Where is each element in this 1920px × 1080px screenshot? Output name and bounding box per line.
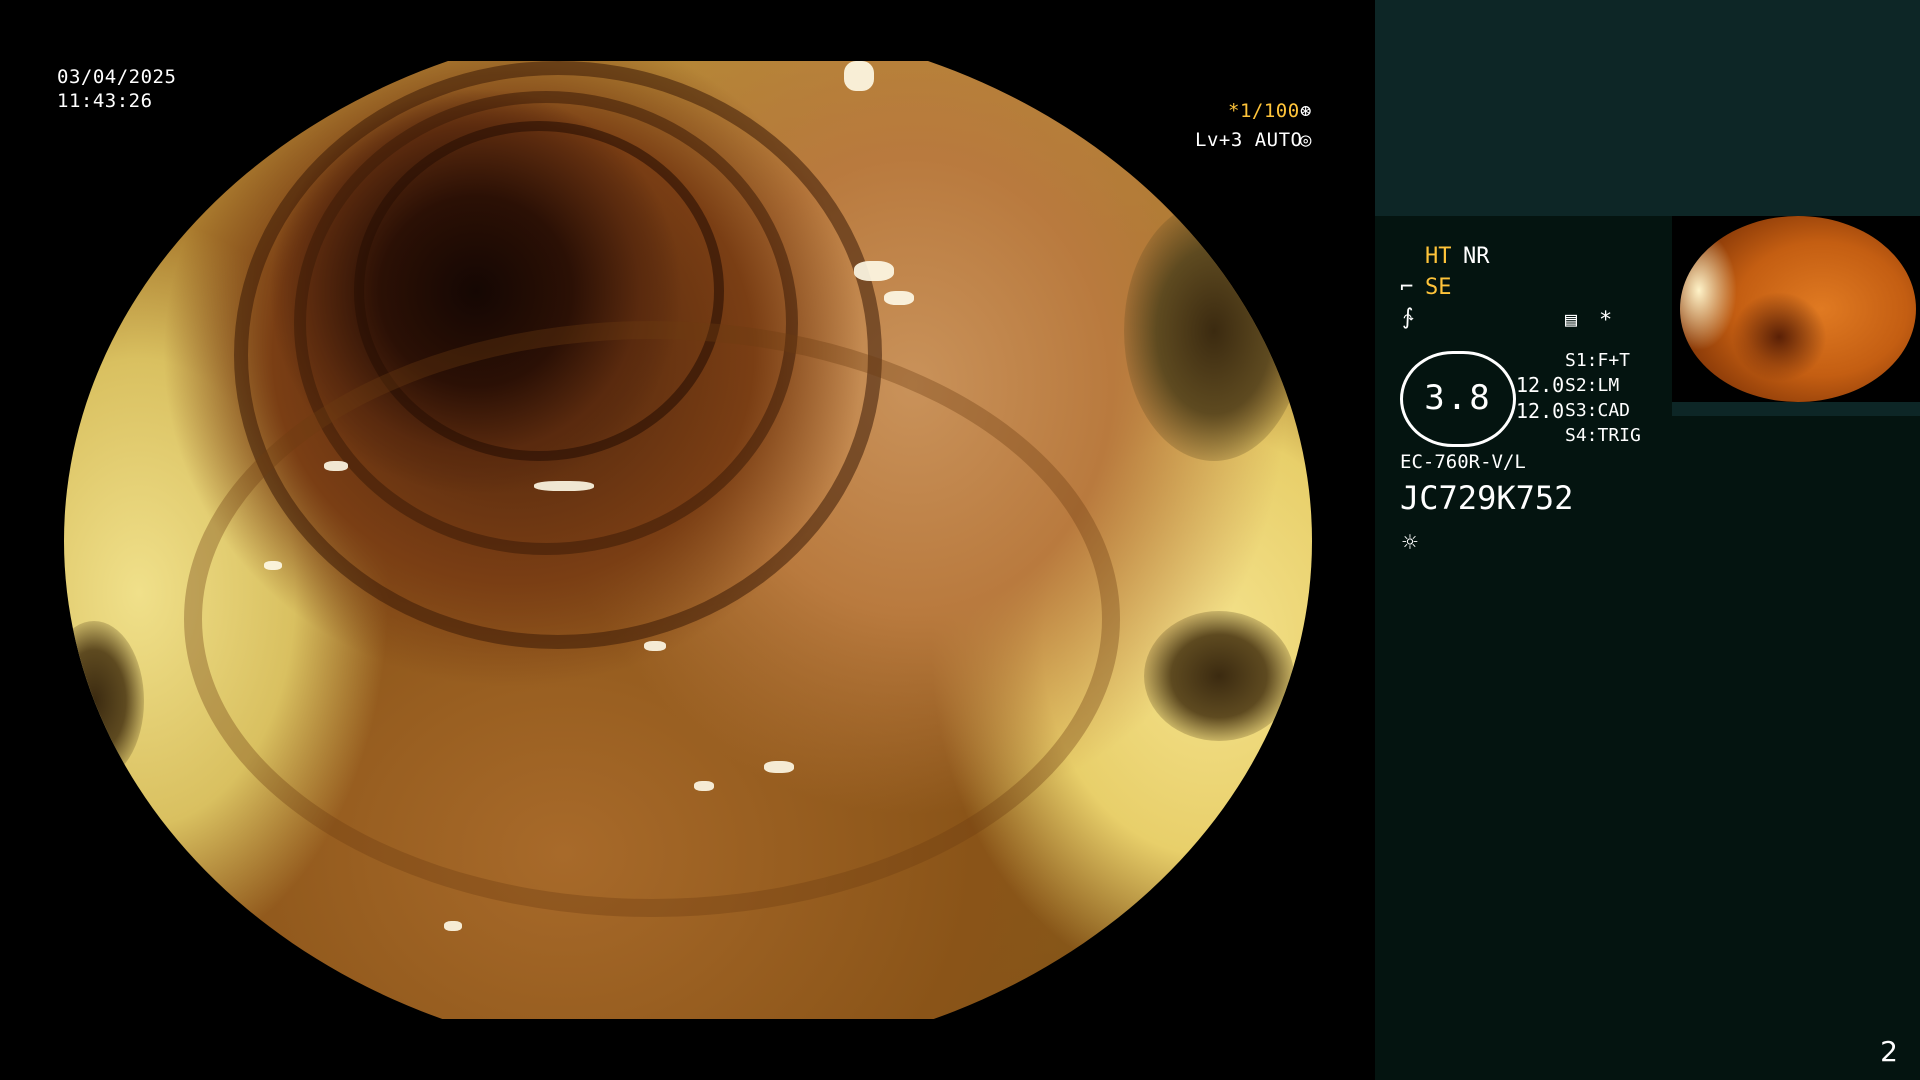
endoscope-image [64,61,1312,1019]
value-2: 12.0 [1516,399,1565,423]
gain-gauge-value: 3.8 [1424,378,1492,418]
scope-model: EC-760R-V/L [1400,451,1526,473]
thumbnail-bar [1672,402,1920,416]
mucosal-fold [184,321,1120,917]
specular-highlight [444,921,462,931]
date-label: 03/04/2025 [57,66,177,88]
mode-icon: ⌐ [1400,275,1414,300]
setting-s2: S2:LM [1565,375,1620,396]
specular-highlight [884,291,914,305]
asterisk-label: * [1599,308,1613,333]
specular-highlight [694,781,714,791]
light-icon: ☼ [1402,528,1418,558]
specular-highlight [324,461,348,471]
se-label: SE [1425,275,1452,300]
record-icon: ▤ [1565,307,1578,331]
level-label: Lv+3 AUTO [1195,129,1303,151]
thumbnail-image [1680,216,1916,402]
specular-highlight [844,61,874,91]
shutter-icon: ⊛ [1300,100,1312,122]
wall-shadow [1144,611,1294,741]
specular-highlight [854,261,894,281]
specular-highlight [534,481,594,491]
nr-label: NR [1463,244,1490,269]
shutter-label: *1/100 [1228,100,1300,122]
scope-serial: JC729K752 [1400,479,1574,517]
specular-highlight [764,761,794,773]
wall-shadow [64,621,144,781]
panel-header-area [1375,0,1920,216]
specular-highlight [644,641,666,651]
endoscope-view-area: 03/04/2025 11:43:26 *1/100 ⊛ Lv+3 AUTO ◎ [0,0,1375,1080]
endoscope-image-clip [0,61,1375,1019]
page-number: 2 [1880,1035,1898,1068]
ht-label: HT [1425,244,1452,269]
info-panel: HT NR ⌐ SE ∱ ▤ * 3.8 12.0 12.0 S1:F+T S2… [1375,0,1920,1080]
setting-s1: S1:F+T [1565,350,1631,371]
wall-shadow [1124,201,1304,461]
setting-s4: S4:TRIG [1565,425,1641,446]
gain-gauge: 3.8 [1400,351,1516,447]
curve-icon: ∱ [1402,305,1414,330]
setting-s3: S3:CAD [1565,400,1631,421]
thumbnail-preview[interactable] [1672,216,1920,402]
time-label: 11:43:26 [57,90,153,112]
auto-icon: ◎ [1300,129,1312,151]
value-1: 12.0 [1516,373,1565,397]
specular-highlight [264,561,282,570]
